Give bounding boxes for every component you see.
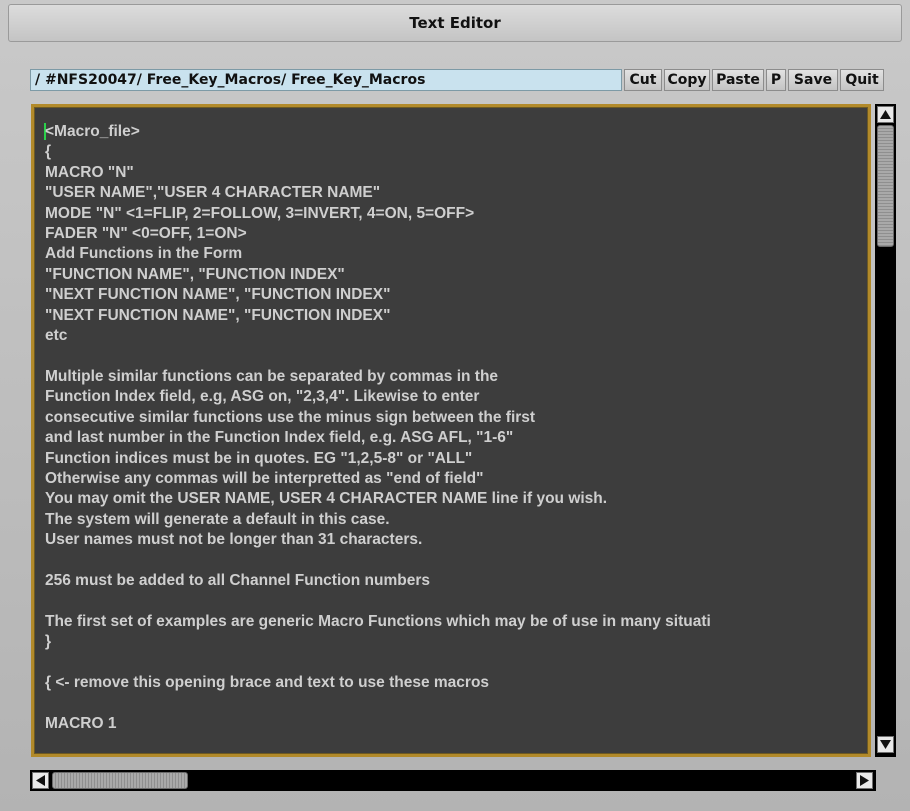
scroll-right-icon[interactable] <box>856 772 873 789</box>
p-button[interactable]: P <box>766 69 786 91</box>
copy-button[interactable]: Copy <box>664 69 710 91</box>
quit-button[interactable]: Quit <box>840 69 884 91</box>
horizontal-scrollbar[interactable] <box>30 770 876 791</box>
paste-button[interactable]: Paste <box>712 69 764 91</box>
editor-toolbar: / #NFS20047/ Free_Key_Macros/ Free_Key_M… <box>30 69 898 91</box>
file-path-field[interactable]: / #NFS20047/ Free_Key_Macros/ Free_Key_M… <box>30 69 622 91</box>
horizontal-scroll-thumb[interactable] <box>52 772 188 789</box>
text-editor-area[interactable]: <Macro_file> { MACRO "N" "USER NAME","US… <box>31 104 871 757</box>
scroll-left-icon[interactable] <box>32 772 49 789</box>
scroll-up-icon[interactable] <box>877 106 894 123</box>
text-editor-window: Text Editor / #NFS20047/ Free_Key_Macros… <box>0 0 910 811</box>
cut-button[interactable]: Cut <box>624 69 662 91</box>
save-button[interactable]: Save <box>788 69 838 91</box>
vertical-scroll-thumb[interactable] <box>877 125 894 247</box>
scroll-down-icon[interactable] <box>877 736 894 753</box>
editor-text-content[interactable]: <Macro_file> { MACRO "N" "USER NAME","US… <box>45 122 862 734</box>
window-title: Text Editor <box>8 4 902 42</box>
vertical-scrollbar[interactable] <box>875 104 896 757</box>
